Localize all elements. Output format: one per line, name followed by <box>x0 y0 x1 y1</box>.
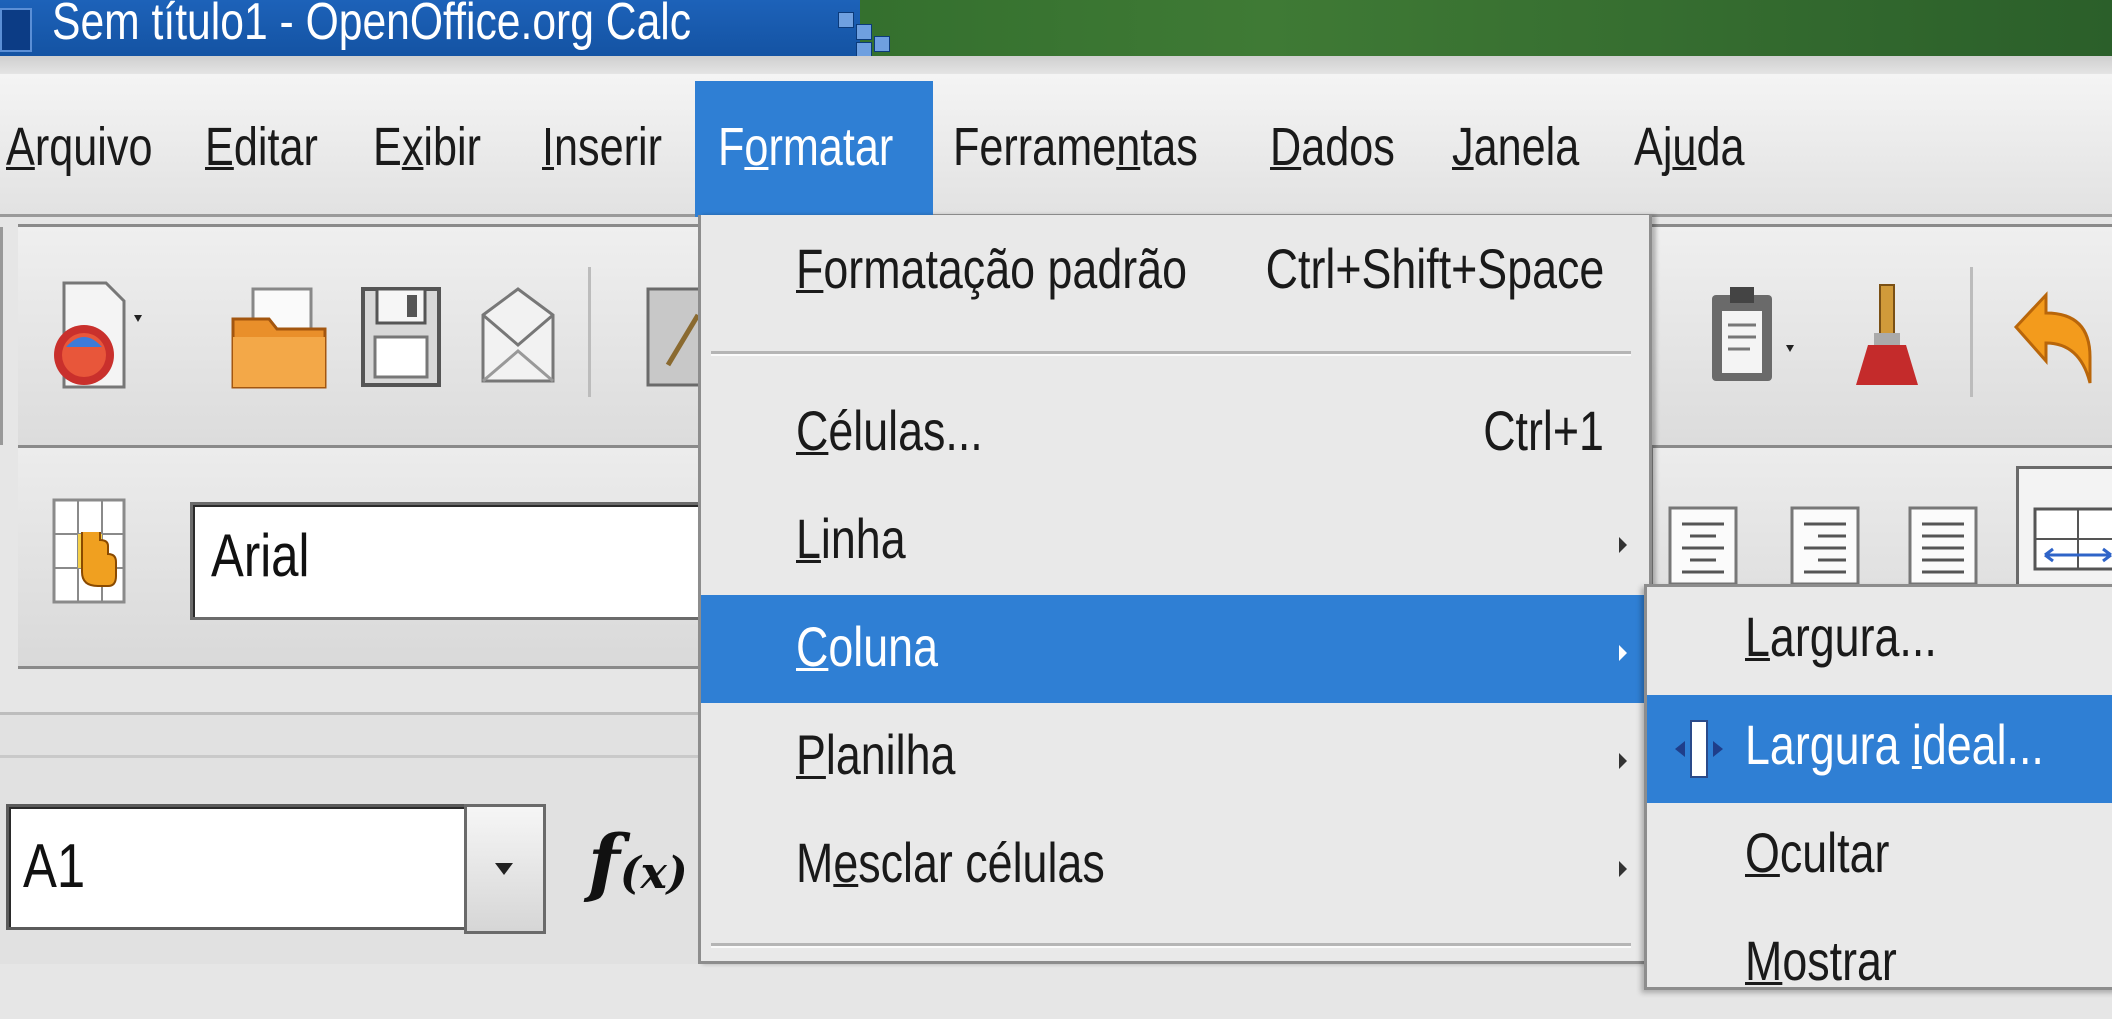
menu-item-linha[interactable]: Linha <box>701 487 1649 595</box>
menu-item-label: Linha <box>796 507 906 570</box>
format-menu: Formatação padrão Ctrl+Shift+Space Célul… <box>698 215 1652 964</box>
title-bar: Sem título1 - OpenOffice.org Calc <box>0 0 2112 74</box>
submenu-item-label: Ocultar <box>1745 821 1890 884</box>
menu-separator <box>711 943 1631 948</box>
menu-inserir[interactable]: Inserir <box>542 112 662 182</box>
window-app-icon[interactable] <box>0 8 32 52</box>
edit-pencil-icon[interactable] <box>628 275 710 395</box>
title-bar-bottom-band <box>0 56 2112 74</box>
submenu-item-label: Mostrar <box>1745 929 1897 992</box>
menu-arquivo[interactable]: Arquivo <box>6 112 152 182</box>
submenu-item-ocultar[interactable]: Ocultar <box>1647 803 2112 911</box>
styles-icon[interactable] <box>50 492 130 612</box>
menu-item-formatacao-padrao[interactable]: Formatação padrão Ctrl+Shift+Space <box>701 217 1649 325</box>
align-center-icon[interactable] <box>1658 494 1748 594</box>
toolbar-separator <box>588 267 591 397</box>
name-box[interactable]: A1 <box>6 804 472 930</box>
submenu-arrow-icon <box>1619 861 1627 877</box>
menu-item-celulas[interactable]: Células... Ctrl+1 <box>701 379 1649 487</box>
menu-ajuda[interactable]: Ajuda <box>1634 112 1745 182</box>
submenu-item-largura-ideal[interactable]: Largura ideal... <box>1647 695 2112 803</box>
undo-arrow-icon[interactable] <box>1996 275 2106 395</box>
menu-item-label: Planilha <box>796 723 956 786</box>
open-folder-icon[interactable] <box>223 275 333 395</box>
submenu-arrow-icon <box>1619 645 1627 661</box>
menu-dados[interactable]: Dados <box>1270 112 1395 182</box>
window-controls-icon[interactable] <box>838 12 938 60</box>
toolbar-separator <box>1970 267 1973 397</box>
menu-item-mesclar-celulas[interactable]: Mesclar células <box>701 811 1649 919</box>
save-floppy-icon[interactable] <box>343 275 453 395</box>
menu-separator <box>711 351 1631 356</box>
submenu-item-largura[interactable]: Largura... <box>1647 587 2112 695</box>
submenu-arrow-icon <box>1619 753 1627 769</box>
name-box-dropdown-button[interactable] <box>464 804 546 934</box>
font-name-input[interactable]: Arial <box>190 502 713 620</box>
menu-item-shortcut: Ctrl+Shift+Space <box>1265 237 1604 300</box>
menu-item-planilha[interactable]: Planilha <box>701 703 1649 811</box>
menu-item-label: Coluna <box>796 615 938 678</box>
menu-item-shortcut: Ctrl+1 <box>1483 399 1604 462</box>
menu-formatar[interactable]: Formatar <box>718 112 893 182</box>
menu-bar: Arquivo Editar Exibir Inserir Formatar F… <box>0 74 2112 217</box>
submenu-item-mostrar[interactable]: Mostrar <box>1647 911 2112 1019</box>
optimal-width-icon <box>1671 717 1727 781</box>
paste-clipboard-icon[interactable] <box>1688 275 1798 395</box>
menu-janela[interactable]: Janela <box>1452 112 1579 182</box>
menu-item-label: Mesclar células <box>796 831 1105 894</box>
menu-exibir[interactable]: Exibir <box>373 112 481 182</box>
menu-editar[interactable]: Editar <box>205 112 318 182</box>
align-right-icon[interactable] <box>1780 494 1870 594</box>
function-wizard-icon[interactable]: f(x) <box>588 820 688 906</box>
menu-ferramentas[interactable]: Ferramentas <box>953 112 1198 182</box>
submenu-item-label: Largura ideal... <box>1745 713 2044 776</box>
email-envelope-icon[interactable] <box>463 275 573 395</box>
toolbar-handle[interactable] <box>0 227 3 445</box>
format-paintbrush-icon[interactable] <box>1848 275 1928 395</box>
submenu-arrow-icon <box>1619 537 1627 553</box>
menu-item-coluna[interactable]: Coluna <box>701 595 1649 703</box>
window-title: Sem título1 - OpenOffice.org Calc <box>52 0 692 51</box>
column-submenu: Largura... Largura ideal... Ocultar Most… <box>1644 584 2112 992</box>
justify-icon[interactable] <box>1898 494 1988 594</box>
new-document-icon[interactable] <box>46 275 156 395</box>
menu-item-label: Formatação padrão <box>796 237 1187 300</box>
submenu-item-label: Largura... <box>1745 605 1937 668</box>
menu-item-label: Células... <box>796 399 983 462</box>
